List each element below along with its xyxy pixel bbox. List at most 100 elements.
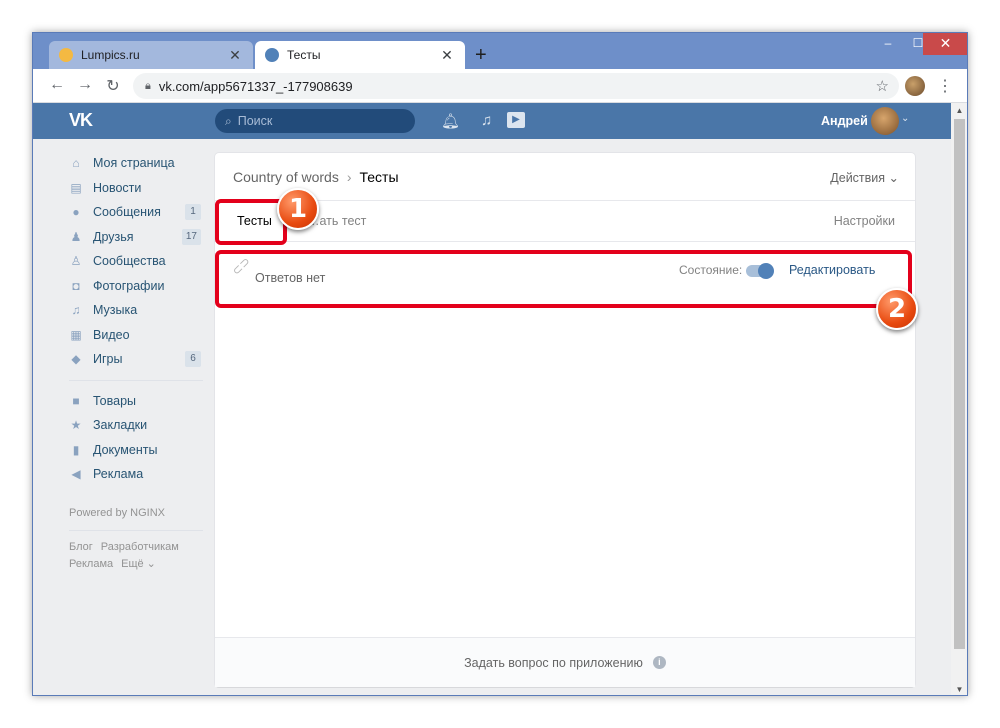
back-button[interactable]: ← (47, 76, 67, 94)
annotation-badge-1: 1 (277, 188, 319, 230)
powered-by[interactable]: Powered by NGINX (69, 505, 203, 522)
sidebar-item-documents[interactable]: ▮ Документы (69, 438, 203, 463)
sidebar-item-communities[interactable]: ♙ Сообщества (69, 249, 203, 274)
profile-avatar-icon[interactable] (905, 76, 925, 96)
sidebar-item-goods[interactable]: ■ Товары (69, 389, 203, 414)
camera-icon: ◘ (72, 278, 80, 293)
scroll-down-arrow-icon[interactable]: ▼ (951, 685, 967, 694)
breadcrumb: Country of words › Тесты (233, 169, 399, 185)
scrollbar-thumb[interactable] (954, 119, 965, 649)
actions-dropdown[interactable]: Действия ⌄ (830, 170, 899, 185)
search-placeholder: Поиск (237, 114, 273, 128)
sidebar-item-messages[interactable]: ● Сообщения 1 (69, 200, 203, 225)
search-icon: ⌕ (225, 113, 232, 128)
sidebar-item-label: Товары (93, 393, 136, 408)
tab-title: Lumpics.ru (81, 48, 140, 62)
ask-question-link[interactable]: Задать вопрос по приложению (464, 656, 643, 670)
sidebar-item-friends[interactable]: ♟ Друзья 17 (69, 225, 203, 250)
bookmark-star-icon[interactable]: ☆ (876, 77, 889, 95)
footer-link-more[interactable]: Ещё ⌄ (121, 558, 156, 570)
minimize-button[interactable]: – (873, 33, 903, 55)
gamepad-icon: ◆ (71, 352, 81, 367)
footer-link-developers[interactable]: Разработчикам (101, 541, 179, 553)
sidebar-item-label: Видео (93, 327, 130, 342)
browser-menu-icon[interactable]: ⋮ (937, 76, 953, 96)
tab-tests[interactable]: Тесты ✕ (255, 41, 465, 69)
home-icon: ⌂ (72, 156, 80, 171)
avatar[interactable] (871, 107, 899, 135)
divider (69, 529, 203, 531)
user-name[interactable]: Андрей (821, 114, 868, 128)
tab-tests[interactable]: Тесты (237, 214, 272, 228)
communities-icon: ♙ (70, 254, 82, 269)
close-tab-icon[interactable]: ✕ (227, 47, 243, 64)
lock-icon: 🔒︎ (145, 79, 151, 92)
sidebar-item-my-page[interactable]: ⌂ Моя страница (69, 151, 203, 176)
close-tab-icon[interactable]: ✕ (439, 47, 455, 64)
sidebar-item-label: Сообщения (93, 205, 161, 220)
no-answers-text: Ответов нет (255, 271, 326, 285)
search-input[interactable]: ⌕ Поиск (215, 109, 415, 133)
new-tab-button[interactable]: + (475, 45, 487, 65)
music-icon: ♫ (71, 303, 81, 318)
forward-button[interactable]: → (75, 76, 95, 94)
bag-icon: ■ (72, 393, 80, 408)
sidebar-item-music[interactable]: ♫ Музыка (69, 298, 203, 323)
sidebar-item-label: Фотографии (93, 278, 165, 293)
vk-logo[interactable]: VK (69, 110, 93, 131)
video-icon: ▦ (70, 327, 82, 342)
breadcrumb-parent[interactable]: Country of words (233, 169, 339, 185)
divider (69, 379, 203, 381)
footer-links: Блог Разработчикам Реклама Ещё ⌄ (69, 539, 203, 573)
page-scrollbar[interactable]: ▲ ▼ (951, 103, 967, 695)
sidebar-item-photos[interactable]: ◘ Фотографии (69, 274, 203, 299)
sidebar-item-video[interactable]: ▦ Видео (69, 323, 203, 348)
scroll-up-arrow-icon[interactable]: ▲ (951, 106, 967, 115)
document-icon: ▮ (72, 442, 80, 457)
edit-link[interactable]: Редактировать (789, 263, 875, 277)
megaphone-icon: ◀ (71, 467, 81, 482)
close-window-button[interactable]: ✕ (923, 33, 967, 55)
sidebar-item-label: Игры (93, 352, 123, 367)
breadcrumb-current: Тесты (359, 169, 399, 185)
divider (215, 241, 915, 242)
browser-window: Lumpics.ru ✕ Тесты ✕ + – ☐ ✕ ← → ↻ 🔒︎ vk… (32, 32, 968, 696)
footer-link-blog[interactable]: Блог (69, 541, 93, 553)
info-icon[interactable]: i (652, 656, 666, 669)
sidebar-item-label: Документы (93, 442, 158, 457)
sidebar-item-label: Друзья (93, 229, 134, 244)
annotation-badge-2: 2 (876, 288, 918, 330)
page-viewport: VK ⌕ Поиск 🔔︎ ♫ ▶ Андрей ⌄ ⌂ Моя страница… (33, 103, 951, 695)
reload-button[interactable]: ↻ (103, 76, 123, 96)
toggle-knob (758, 263, 774, 279)
sidebar-item-label: Реклама (93, 467, 144, 482)
counter-badge: 17 (181, 228, 201, 245)
footer-link-ads[interactable]: Реклама (69, 558, 113, 570)
sidebar-item-label: Новости (93, 180, 142, 195)
tab-title: Тесты (287, 48, 321, 62)
friends-icon: ♟ (70, 229, 82, 244)
breadcrumb-separator: › (346, 169, 352, 185)
news-icon: ▤ (70, 180, 82, 195)
app-card: Country of words › Тесты Действия ⌄ Тесты … (215, 153, 915, 687)
address-bar[interactable]: 🔒︎ vk.com/app5671337_-177908639 ☆ (133, 73, 899, 99)
browser-toolbar: ← → ↻ 🔒︎ vk.com/app5671337_-177908639 ☆ … (33, 69, 967, 103)
sidebar-item-news[interactable]: ▤ Новости (69, 176, 203, 201)
tab-settings[interactable]: Настройки (834, 214, 895, 228)
vk-favicon-icon (265, 48, 279, 62)
vk-header: VK ⌕ Поиск 🔔︎ ♫ ▶ Андрей ⌄ (33, 103, 951, 139)
state-toggle[interactable] (746, 263, 774, 279)
star-icon: ★ (70, 418, 82, 433)
sidebar-item-ads[interactable]: ◀ Реклама (69, 462, 203, 487)
play-icon[interactable]: ▶ (507, 112, 525, 128)
card-footer: Задать вопрос по приложению i (215, 637, 915, 687)
bell-icon[interactable]: 🔔︎ (441, 112, 460, 130)
test-row: ⊂⊃ Ответов нет Состояние: Редактировать (215, 253, 915, 303)
chevron-down-icon[interactable]: ⌄ (901, 113, 909, 124)
music-icon[interactable]: ♫ (481, 112, 492, 129)
left-sidebar: ⌂ Моя страница ▤ Новости ● Сообщения 1 ♟ Друз… (69, 151, 203, 573)
link-icon[interactable]: ⊂⊃ (229, 254, 253, 278)
sidebar-item-bookmarks[interactable]: ★ Закладки (69, 413, 203, 438)
sidebar-item-games[interactable]: ◆ Игры 6 (69, 347, 203, 372)
tab-lumpics[interactable]: Lumpics.ru ✕ (49, 41, 253, 69)
